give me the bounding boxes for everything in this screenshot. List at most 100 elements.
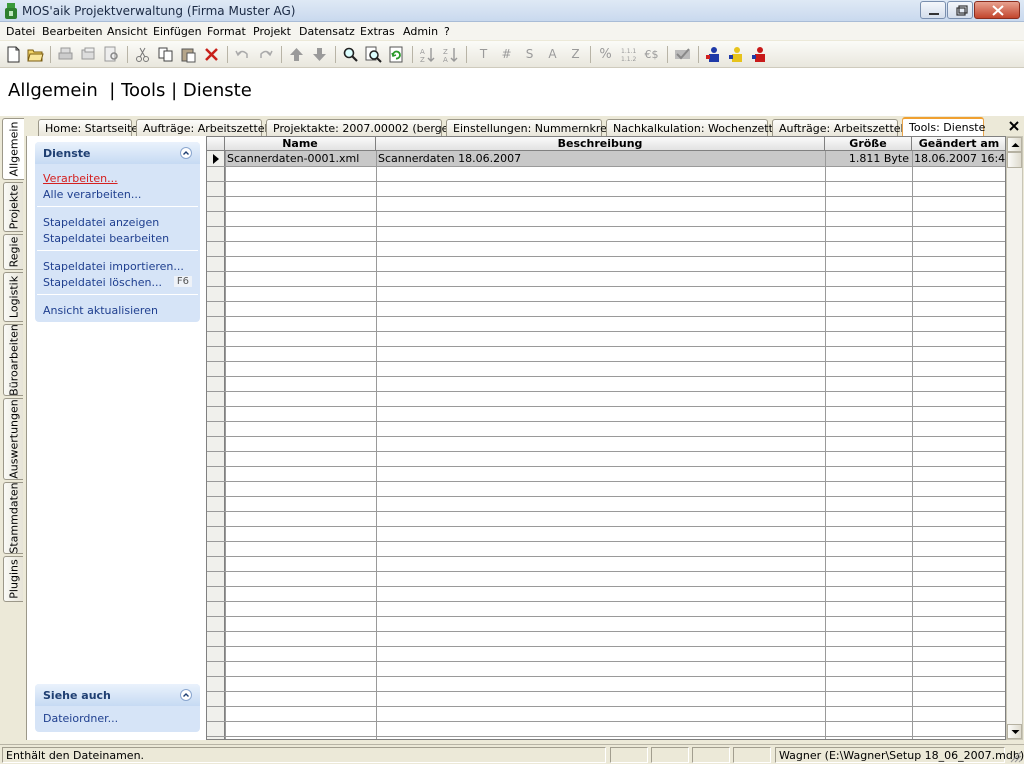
close-tab-icon[interactable] [1007, 119, 1021, 133]
tab-auftraege-arbeitszettel[interactable]: Aufträge: Arbeitszettel [136, 119, 268, 136]
status-hint: Enthält den Dateinamen. [6, 749, 145, 762]
search-button[interactable] [342, 46, 359, 63]
z-format-icon[interactable]: Z [567, 46, 584, 63]
tab-home-startseite[interactable]: Home: Startseite [38, 119, 138, 136]
refresh-button[interactable] [388, 46, 405, 63]
link-stapeldatei-importieren[interactable]: Stapeldatei importieren... [43, 260, 184, 273]
tab-einstellungen-nummernkreise[interactable]: Einstellungen: Nummernkreise [446, 119, 622, 136]
user-blue-button[interactable] [705, 46, 722, 63]
move-up-button[interactable] [288, 46, 305, 63]
group-siehe-auch-header[interactable]: Siehe auch [35, 684, 200, 706]
scroll-thumb[interactable] [1007, 152, 1022, 168]
redo-icon [260, 50, 273, 58]
undo-button[interactable] [234, 46, 251, 63]
menu-einfuegen[interactable]: Einfügen [153, 25, 202, 38]
link-stapeldatei-bearbeiten[interactable]: Stapeldatei bearbeiten [43, 232, 169, 245]
maximize-button[interactable] [947, 1, 973, 19]
currency-icon[interactable]: €$ [643, 46, 660, 63]
link-alle-verarbeiten[interactable]: Alle verarbeiten... [43, 188, 141, 201]
file-grid[interactable]: Name Beschreibung Größe Geändert am Scan… [206, 136, 1006, 740]
restore-icon [956, 5, 968, 16]
grid-row-line [207, 196, 1005, 197]
copy-button[interactable] [157, 46, 174, 63]
column-header-groesse[interactable]: Größe [825, 137, 912, 151]
check-button[interactable] [674, 46, 691, 63]
link-verarbeiten[interactable]: Verarbeiten... [43, 172, 118, 185]
tab-projektakte[interactable]: Projektakte: 2007.00002 (berger) [266, 119, 457, 136]
vtab-plugins[interactable]: Plugins [3, 556, 23, 602]
grid-row-line [207, 181, 1005, 182]
move-down-button[interactable] [311, 46, 328, 63]
vtab-auswertungen[interactable]: Auswertungen [3, 398, 23, 480]
delete-button[interactable] [203, 46, 220, 63]
link-dateiordner[interactable]: Dateiordner... [43, 712, 118, 725]
collapse-icon[interactable] [180, 689, 192, 701]
menu-projekt[interactable]: Projekt [253, 25, 291, 38]
toolbar-separator [227, 46, 228, 63]
grid-row-line [207, 646, 1005, 647]
move-up-icon [290, 48, 303, 61]
number-format-icon[interactable]: # [498, 46, 515, 63]
find-replace-button[interactable] [365, 46, 382, 63]
column-header-beschreibung[interactable]: Beschreibung [376, 137, 825, 151]
grid-row-line [207, 691, 1005, 692]
column-header-name[interactable]: Name [225, 137, 376, 151]
vtab-regie[interactable]: Regie [3, 234, 23, 270]
paste-button[interactable] [180, 46, 197, 63]
status-panel-empty [733, 747, 771, 763]
cut-button[interactable] [134, 46, 151, 63]
vtab-stammdaten[interactable]: Stammdaten [3, 482, 23, 554]
toolbar-separator [281, 46, 282, 63]
grid-row-line [207, 286, 1005, 287]
menu-help[interactable]: ? [444, 25, 450, 38]
user-yellow-icon [729, 47, 742, 62]
grid-row-line [207, 346, 1005, 347]
resize-grip-icon[interactable] [1008, 749, 1022, 763]
sort-ascending-button[interactable]: AZ [419, 46, 436, 63]
menu-format[interactable]: Format [207, 25, 246, 38]
percent-icon[interactable]: % [597, 46, 614, 63]
tab-nachkalkulation-wochenzettel[interactable]: Nachkalkulation: Wochenzettel [606, 119, 783, 136]
link-ansicht-aktualisieren[interactable]: Ansicht aktualisieren [43, 304, 158, 317]
menu-datei[interactable]: Datei [6, 25, 35, 38]
group-dienste-header[interactable]: Dienste [35, 142, 200, 164]
print-setup-button[interactable] [80, 46, 97, 63]
user-yellow-button[interactable] [728, 46, 745, 63]
new-button[interactable] [5, 46, 22, 63]
vtab-bueroarbeiten[interactable]: Büroarbeiten [3, 324, 23, 396]
link-stapeldatei-anzeigen[interactable]: Stapeldatei anzeigen [43, 216, 159, 229]
grid-row-line [207, 331, 1005, 332]
vtab-projekte[interactable]: Projekte [3, 182, 23, 232]
collapse-icon[interactable] [180, 147, 192, 159]
toolbar-separator [667, 46, 668, 63]
vtab-allgemein[interactable]: Allgemein [2, 118, 24, 180]
sort-descending-button[interactable]: ZA [442, 46, 459, 63]
tab-auftraege-arbeitszettel-2[interactable]: Aufträge: Arbeitszettel [772, 119, 904, 136]
minimize-button[interactable] [920, 1, 946, 19]
user-red-button[interactable] [751, 46, 768, 63]
redo-button[interactable] [257, 46, 274, 63]
scroll-up-button[interactable] [1007, 137, 1022, 152]
tab-tools-dienste[interactable]: Tools: Dienste [902, 117, 985, 136]
window-title: MOS'aik Projektverwaltung (Firma Muster … [22, 4, 296, 18]
s-format-icon[interactable]: S [521, 46, 538, 63]
menu-datensatz[interactable]: Datensatz [299, 25, 355, 38]
open-button[interactable] [27, 46, 44, 63]
decimal-button[interactable]: 1.1.1 1.1.2 [620, 46, 637, 63]
menu-extras[interactable]: Extras [360, 25, 395, 38]
scroll-down-button[interactable] [1007, 724, 1022, 739]
print-preview-button[interactable] [103, 46, 120, 63]
column-header-geaendert[interactable]: Geändert am [912, 137, 1005, 151]
print-button[interactable] [57, 46, 74, 63]
grid-row-line [207, 496, 1005, 497]
link-stapeldatei-loeschen[interactable]: Stapeldatei löschen... [43, 276, 162, 289]
menu-bearbeiten[interactable]: Bearbeiten [42, 25, 102, 38]
menu-bar: Datei Bearbeiten Ansicht Einfügen Format… [0, 22, 1024, 40]
a-format-icon[interactable]: A [544, 46, 561, 63]
vtab-logistik[interactable]: Logistik [3, 272, 23, 322]
close-window-button[interactable] [974, 1, 1020, 19]
menu-ansicht[interactable]: Ansicht [107, 25, 148, 38]
text-format-icon[interactable]: T [475, 46, 492, 63]
menu-admin[interactable]: Admin [403, 25, 438, 38]
vertical-scrollbar[interactable] [1006, 136, 1023, 740]
